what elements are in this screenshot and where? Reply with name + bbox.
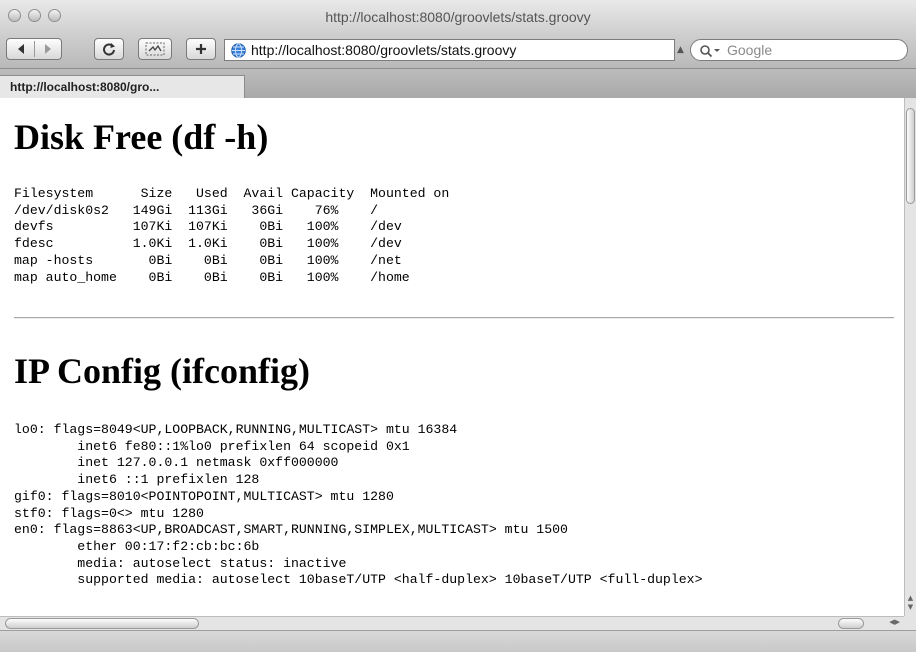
plus-icon — [195, 43, 207, 55]
disk-free-output: Filesystem Size Used Avail Capacity Moun… — [14, 186, 450, 285]
snapback-icon — [145, 42, 165, 56]
scroll-arrows-icon[interactable]: ▲ ▼ — [905, 594, 916, 612]
horizontal-scroll-arrows-icon[interactable]: ◀▶ — [889, 618, 900, 626]
page-content: Disk Free (df -h) Filesystem Size Used A… — [0, 98, 904, 616]
back-arrow-icon[interactable] — [15, 43, 27, 55]
horizontal-scrollbar[interactable]: ◀▶ — [0, 616, 904, 630]
section-divider — [14, 317, 894, 319]
reload-icon — [102, 42, 116, 56]
toolbar: http://localhost:8080/groovlets/stats.gr… — [0, 34, 916, 68]
vertical-scroll-thumb[interactable] — [906, 108, 915, 204]
vertical-scrollbar[interactable]: ▲ ▼ — [904, 98, 916, 616]
address-bar-url: http://localhost:8080/groovlets/stats.gr… — [251, 42, 517, 58]
back-forward-control — [6, 38, 62, 60]
search-placeholder: Google — [727, 42, 773, 58]
status-bar — [0, 630, 916, 652]
ifconfig-output: lo0: flags=8049<UP,LOOPBACK,RUNNING,MULT… — [14, 422, 703, 588]
horizontal-scroll-end — [838, 618, 864, 629]
ip-config-heading: IP Config (ifconfig) — [14, 351, 310, 391]
address-bar[interactable]: http://localhost:8080/groovlets/stats.gr… — [224, 39, 675, 61]
add-bookmark-button[interactable] — [186, 38, 216, 60]
magnifier-icon[interactable] — [699, 43, 723, 62]
forward-arrow-icon[interactable] — [42, 43, 54, 55]
tab-stats[interactable]: http://localhost:8080/gro... — [0, 75, 245, 99]
disk-free-heading: Disk Free (df -h) — [14, 117, 269, 157]
reload-button[interactable] — [94, 38, 124, 60]
tab-label: http://localhost:8080/gro... — [10, 80, 160, 94]
chevron-up-icon: ▲ — [677, 45, 684, 55]
globe-icon — [231, 43, 246, 58]
snapback-button[interactable] — [138, 38, 172, 60]
tab-strip: http://localhost:8080/gro... — [0, 68, 916, 99]
search-field[interactable]: ▲ Google — [677, 39, 908, 62]
horizontal-scroll-thumb[interactable] — [5, 618, 199, 629]
window-title: http://localhost:8080/groovlets/stats.gr… — [325, 9, 591, 25]
title-bar: http://localhost:8080/groovlets/stats.gr… — [0, 0, 916, 34]
scroll-corner — [904, 616, 916, 630]
